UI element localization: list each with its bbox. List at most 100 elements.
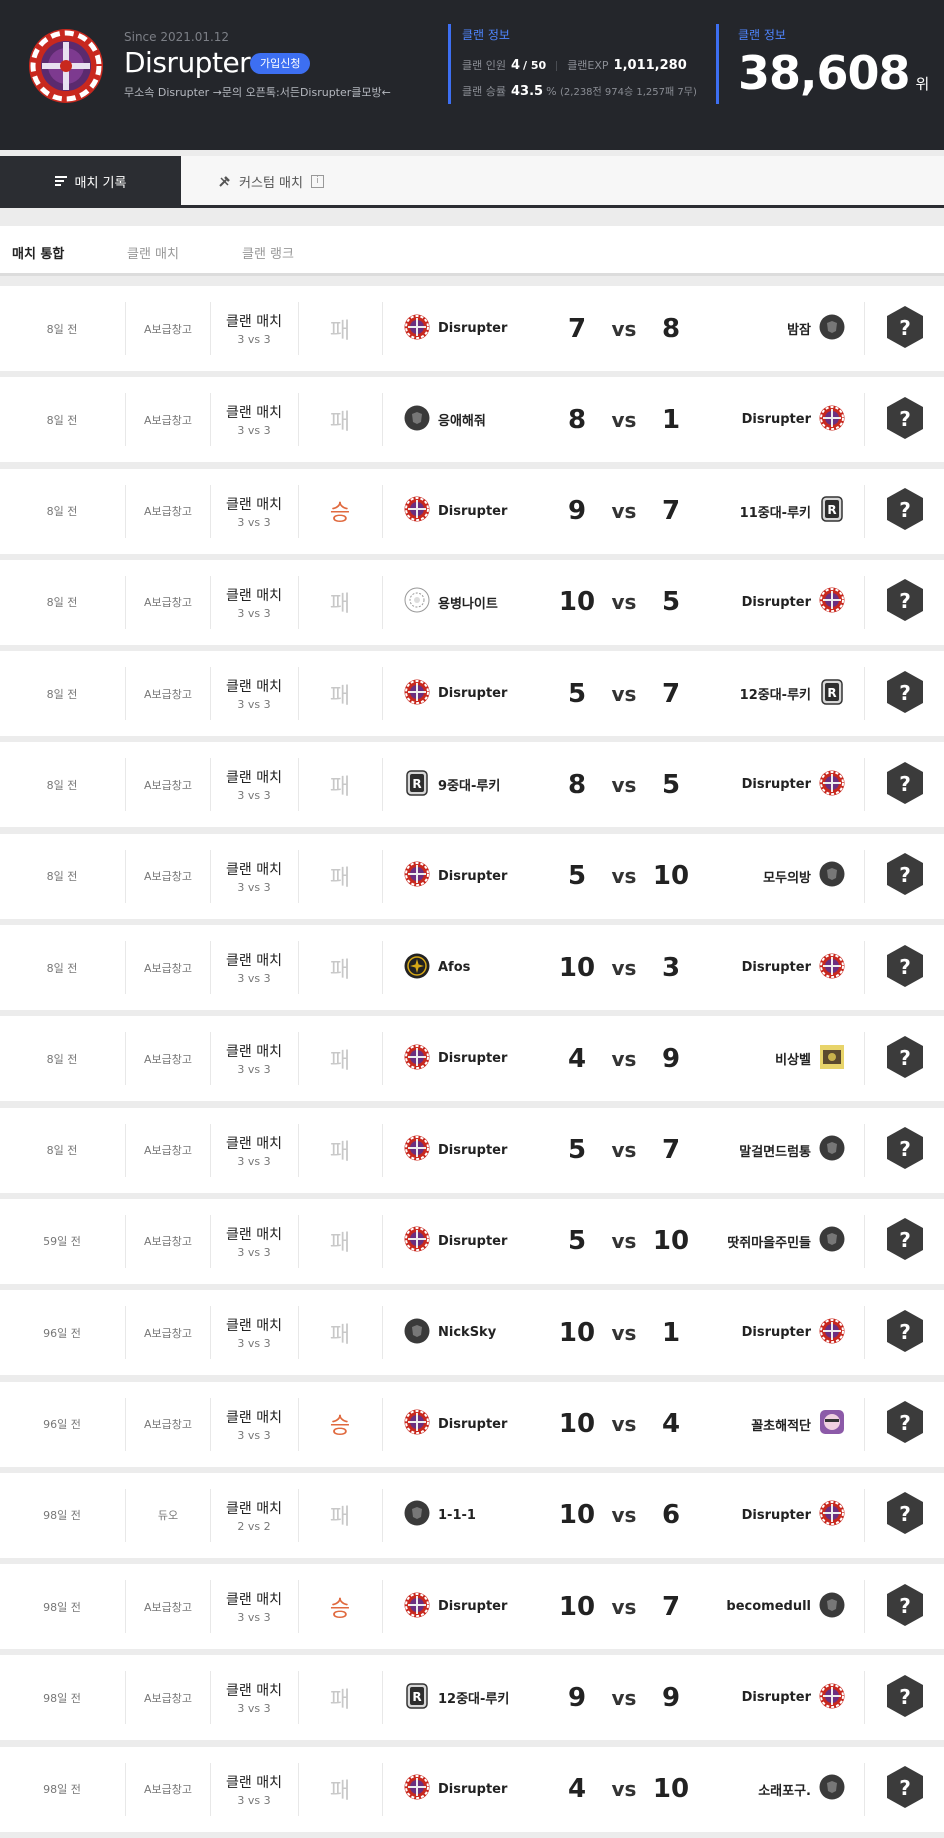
left-team-name: Disrupter	[438, 1142, 508, 1158]
sub-tabs: 매치 통합 클랜 매치 클랜 랭크	[0, 226, 944, 276]
right-team[interactable]: 말걸면드럼통	[690, 1108, 845, 1193]
right-team[interactable]: 꼴초해적단	[690, 1382, 845, 1467]
tab-match-history[interactable]: 매치 기록	[0, 156, 181, 206]
right-team[interactable]: 땃쥐마을주민들	[690, 1199, 845, 1284]
match-mode: 클랜 매치 3 vs 3	[210, 560, 298, 645]
match-detail-button[interactable]: ?	[880, 560, 930, 645]
match-row[interactable]: 96일 전 A보급창고 클랜 매치 3 vs 3 승 Disrupter 10 vs 4 꼴초해적…	[0, 1381, 944, 1467]
match-row[interactable]: 8일 전 A보급창고 클랜 매치 3 vs 3 패 응애해줘 8 vs 1 Disrupter?	[0, 377, 944, 463]
mode-title: 클랜 매치	[226, 679, 282, 696]
match-row[interactable]: 98일 전 A보급창고 클랜 매치 3 vs 3 승 Disrupter 10 vs 7 beco…	[0, 1564, 944, 1650]
match-row[interactable]: 98일 전 듀오 클랜 매치 2 vs 2 패 1-1-1 10 vs 6 Disrupter?	[0, 1472, 944, 1558]
match-detail-button[interactable]: ?	[880, 377, 930, 462]
match-mode: 클랜 매치 3 vs 3	[210, 1199, 298, 1284]
helmet-icon: ?	[885, 1583, 925, 1631]
helmet-icon: ?	[885, 1309, 925, 1357]
clan-info-heading: 클랜 정보	[462, 28, 510, 42]
match-row[interactable]: 8일 전 A보급창고 클랜 매치 3 vs 3 패 Disrupter 5 vs 10 모두의방?	[0, 833, 944, 919]
match-detail-button[interactable]: ?	[880, 1564, 930, 1649]
right-team[interactable]: Disrupter	[690, 1473, 845, 1558]
detail-glyph: ?	[899, 1137, 911, 1161]
left-team[interactable]: Disrupter	[404, 651, 554, 736]
match-detail-button[interactable]: ?	[880, 469, 930, 554]
match-row[interactable]: 59일 전 A보급창고 클랜 매치 3 vs 3 패 Disrupter 5 vs 10 땃쥐마을…	[0, 1198, 944, 1284]
right-team[interactable]: becomedull	[690, 1564, 845, 1649]
helmet-icon: ?	[885, 1400, 925, 1448]
match-result: 패	[329, 1505, 351, 1531]
detail-glyph: ?	[899, 1228, 911, 1252]
match-time: 59일 전	[43, 1235, 81, 1249]
right-team[interactable]: 11중대-루키 R	[690, 469, 845, 554]
left-team[interactable]: Disrupter	[404, 1382, 554, 1467]
match-row[interactable]: 8일 전 A보급창고 클랜 매치 3 vs 3 패 Disrupter 7 vs 8 밤잠?	[0, 286, 944, 371]
match-row[interactable]: 8일 전 A보급창고 클랜 매치 3 vs 3 패 Afos 10 vs 3 Disrupter?	[0, 925, 944, 1011]
right-team-name: 12중대-루키	[739, 688, 811, 704]
subtab-clan-rank[interactable]: 클랜 랭크	[242, 243, 294, 262]
match-mode: 클랜 매치 3 vs 3	[210, 1290, 298, 1375]
match-row[interactable]: 8일 전 A보급창고 클랜 매치 3 vs 3 승 Disrupter 9 vs 7 11중대-루…	[0, 468, 944, 554]
match-detail-button[interactable]: ?	[880, 1290, 930, 1375]
right-team[interactable]: Disrupter	[690, 925, 845, 1010]
right-team[interactable]: Disrupter	[690, 1655, 845, 1740]
match-detail-button[interactable]: ?	[880, 1199, 930, 1284]
left-team[interactable]: Afos	[404, 925, 554, 1010]
left-team[interactable]: R 12중대-루키	[404, 1655, 554, 1740]
match-detail-button[interactable]: ?	[880, 286, 930, 371]
left-team[interactable]: 응애해줘	[404, 377, 554, 462]
left-team[interactable]: Disrupter	[404, 469, 554, 554]
left-team[interactable]: 1-1-1	[404, 1473, 554, 1558]
left-team[interactable]: Disrupter	[404, 1564, 554, 1649]
column-divider	[298, 302, 299, 355]
match-row[interactable]: 8일 전 A보급창고 클랜 매치 3 vs 3 패 R 9중대-루키 8 vs 5 Disrupte…	[0, 742, 944, 828]
right-team[interactable]: Disrupter	[690, 742, 845, 827]
left-team[interactable]: Disrupter	[404, 286, 554, 371]
match-detail-button[interactable]: ?	[880, 651, 930, 736]
info-icon[interactable]: i	[310, 174, 324, 188]
column-divider	[382, 302, 383, 355]
right-team[interactable]: Disrupter	[690, 560, 845, 645]
mode-title: 클랜 매치	[226, 1226, 282, 1243]
match-detail-button[interactable]: ?	[880, 1108, 930, 1193]
match-detail-button[interactable]: ?	[880, 1747, 930, 1832]
match-row[interactable]: 98일 전 A보급창고 클랜 매치 3 vs 3 패 Disrupter 4 vs 10 소래포구…	[0, 1746, 944, 1832]
match-detail-button[interactable]: ?	[880, 1016, 930, 1101]
match-row[interactable]: 96일 전 A보급창고 클랜 매치 3 vs 3 패 NickSky 10 vs 1 Disrup…	[0, 1290, 944, 1376]
tab-custom-match[interactable]: 커스텀 매치 i	[181, 156, 361, 206]
right-team-name: 11중대-루키	[739, 505, 811, 521]
match-detail-button[interactable]: ?	[880, 742, 930, 827]
right-team[interactable]: Disrupter	[690, 1290, 845, 1375]
left-team[interactable]: 용병나이트	[404, 560, 554, 645]
match-row[interactable]: 8일 전 A보급창고 클랜 매치 3 vs 3 패 Disrupter 5 vs 7 말걸면드럼통…	[0, 1107, 944, 1193]
match-row[interactable]: 98일 전 A보급창고 클랜 매치 3 vs 3 패 R 12중대-루키 9 vs 9 Disrup…	[0, 1655, 944, 1741]
match-detail-button[interactable]: ?	[880, 1655, 930, 1740]
disrupter-clan-logo-icon	[819, 1318, 845, 1348]
right-team[interactable]: 12중대-루키 R	[690, 651, 845, 736]
left-team[interactable]: NickSky	[404, 1290, 554, 1375]
match-detail-button[interactable]: ?	[880, 1382, 930, 1467]
join-button[interactable]: 가입신청	[250, 53, 311, 74]
left-team[interactable]: Disrupter	[404, 1747, 554, 1832]
match-detail-button[interactable]: ?	[880, 1473, 930, 1558]
left-team[interactable]: Disrupter	[404, 834, 554, 919]
mode-title: 클랜 매치	[226, 1683, 282, 1700]
column-divider	[864, 1306, 865, 1360]
match-row[interactable]: 8일 전 A보급창고 클랜 매치 3 vs 3 패 Disrupter 4 vs 9 비상벨?	[0, 1016, 944, 1102]
right-team[interactable]: Disrupter	[690, 377, 845, 462]
subtab-clan-match[interactable]: 클랜 매치	[127, 243, 179, 262]
left-team[interactable]: Disrupter	[404, 1108, 554, 1193]
match-detail-button[interactable]: ?	[880, 925, 930, 1010]
right-team[interactable]: 소래포구.	[690, 1747, 845, 1832]
subtab-all[interactable]: 매치 통합	[12, 243, 64, 262]
left-team[interactable]: R 9중대-루키	[404, 742, 554, 827]
left-team[interactable]: Disrupter	[404, 1016, 554, 1101]
match-detail-button[interactable]: ?	[880, 834, 930, 919]
mode-size: 3 vs 3	[237, 972, 271, 986]
right-team[interactable]: 비상벨	[690, 1016, 845, 1101]
match-row[interactable]: 8일 전 A보급창고 클랜 매치 3 vs 3 패 용병나이트 10 vs 5 Disrupter…	[0, 559, 944, 645]
right-team[interactable]: 모두의방	[690, 834, 845, 919]
right-team[interactable]: 밤잠	[690, 286, 845, 371]
left-team[interactable]: Disrupter	[404, 1199, 554, 1284]
column-divider	[382, 1397, 383, 1451]
match-row[interactable]: 8일 전 A보급창고 클랜 매치 3 vs 3 패 Disrupter 5 vs 7 12중대-루…	[0, 651, 944, 737]
mode-size: 3 vs 3	[237, 789, 271, 803]
